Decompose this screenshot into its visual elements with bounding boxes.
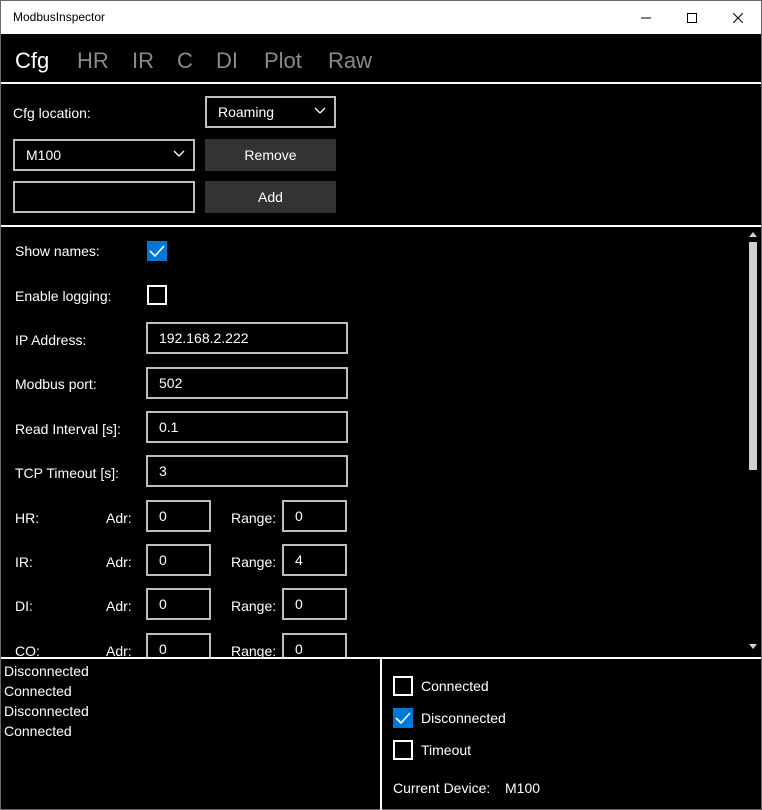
connected-label: Connected <box>421 678 489 694</box>
minimize-icon <box>641 17 651 18</box>
add-button[interactable]: Add <box>205 181 336 213</box>
di-range-input[interactable]: 0 <box>282 588 347 620</box>
enable-logging-label: Enable logging: <box>15 288 112 304</box>
enable-logging-checkbox[interactable] <box>147 285 167 305</box>
di-adr-input[interactable]: 0 <box>146 588 211 620</box>
log-entry: Connected <box>4 723 72 739</box>
read-interval-label: Read Interval [s]: <box>15 421 121 437</box>
cfg-location-dropdown[interactable]: Roaming <box>205 96 336 128</box>
timeout-label: Timeout <box>421 742 472 758</box>
timeout-checkbox[interactable] <box>393 740 413 760</box>
adr-label: Adr: <box>106 598 132 614</box>
ip-address-label: IP Address: <box>15 332 87 348</box>
chevron-down-icon <box>173 150 185 157</box>
checkmark-icon <box>149 245 165 258</box>
checkmark-icon <box>395 712 411 725</box>
chevron-down-icon <box>314 107 326 114</box>
register-label-ir: IR: <box>15 554 33 570</box>
app-window: ModbusInspector Cfg HR IR C DI Plot Raw … <box>0 0 762 810</box>
register-label-co: CO: <box>15 643 40 658</box>
minimize-button[interactable] <box>623 1 669 34</box>
read-interval-input[interactable]: 0.1 <box>146 411 348 443</box>
current-device-value: M100 <box>505 780 541 796</box>
register-label-di: DI: <box>15 598 33 614</box>
tab-bar: Cfg HR IR C DI Plot Raw <box>1 34 761 82</box>
scroll-down-icon[interactable] <box>749 644 757 650</box>
connected-checkbox[interactable] <box>393 676 413 696</box>
hr-range-input[interactable]: 0 <box>282 500 347 532</box>
vertical-scrollbar[interactable] <box>745 228 761 658</box>
cfg-location-label: Cfg location: <box>13 105 91 121</box>
close-button[interactable] <box>715 1 761 34</box>
hr-adr-input[interactable]: 0 <box>146 500 211 532</box>
co-adr-input[interactable]: 0 <box>146 633 211 658</box>
vertical-separator <box>380 658 382 810</box>
separator <box>1 225 761 227</box>
range-label: Range: <box>231 598 277 614</box>
log-entry: Disconnected <box>4 663 89 679</box>
tab-cfg[interactable]: Cfg <box>15 48 49 74</box>
tcp-timeout-label: TCP Timeout [s]: <box>15 465 119 481</box>
remove-button[interactable]: Remove <box>205 139 336 171</box>
current-device-label: Current Device: <box>393 780 491 796</box>
tab-di[interactable]: DI <box>216 48 238 74</box>
co-range-input[interactable]: 0 <box>282 633 347 658</box>
tab-raw[interactable]: Raw <box>328 48 372 74</box>
scroll-up-icon[interactable] <box>749 231 757 237</box>
title-bar[interactable]: ModbusInspector <box>1 1 761 34</box>
maximize-icon <box>687 12 697 23</box>
settings-scroll-area[interactable]: Show names: Enable logging: IP Address: … <box>1 228 761 658</box>
show-names-checkbox[interactable] <box>147 241 167 261</box>
modbus-port-label: Modbus port: <box>15 376 97 392</box>
register-label-hr: HR: <box>15 510 40 526</box>
connection-log: Disconnected Connected Disconnected Conn… <box>4 661 89 741</box>
ir-adr-input[interactable]: 0 <box>146 544 211 576</box>
cfg-location-value: Roaming <box>218 104 275 120</box>
tcp-timeout-input[interactable]: 3 <box>146 455 348 487</box>
ip-address-input[interactable]: 192.168.2.222 <box>146 322 348 354</box>
device-dropdown[interactable]: M100 <box>13 139 195 171</box>
modbus-port-input[interactable]: 502 <box>146 367 348 399</box>
window-title: ModbusInspector <box>13 10 106 24</box>
adr-label: Adr: <box>106 510 132 526</box>
log-entry: Connected <box>4 683 72 699</box>
log-entry: Disconnected <box>4 703 89 719</box>
separator <box>1 82 761 84</box>
adr-label: Adr: <box>106 554 132 570</box>
tab-hr[interactable]: HR <box>77 48 109 74</box>
show-names-label: Show names: <box>15 243 100 259</box>
tab-c[interactable]: C <box>177 48 193 74</box>
new-config-name-input[interactable] <box>13 181 195 213</box>
maximize-button[interactable] <box>669 1 715 34</box>
range-label: Range: <box>231 643 277 658</box>
scrollbar-thumb[interactable] <box>749 242 757 470</box>
tab-ir[interactable]: IR <box>132 48 154 74</box>
disconnected-label: Disconnected <box>421 710 506 726</box>
tab-plot[interactable]: Plot <box>264 48 302 74</box>
device-value: M100 <box>26 147 62 163</box>
disconnected-checkbox[interactable] <box>393 708 413 728</box>
adr-label: Adr: <box>106 643 132 658</box>
close-icon <box>733 12 743 23</box>
ir-range-input[interactable]: 4 <box>282 544 347 576</box>
range-label: Range: <box>231 510 277 526</box>
range-label: Range: <box>231 554 277 570</box>
